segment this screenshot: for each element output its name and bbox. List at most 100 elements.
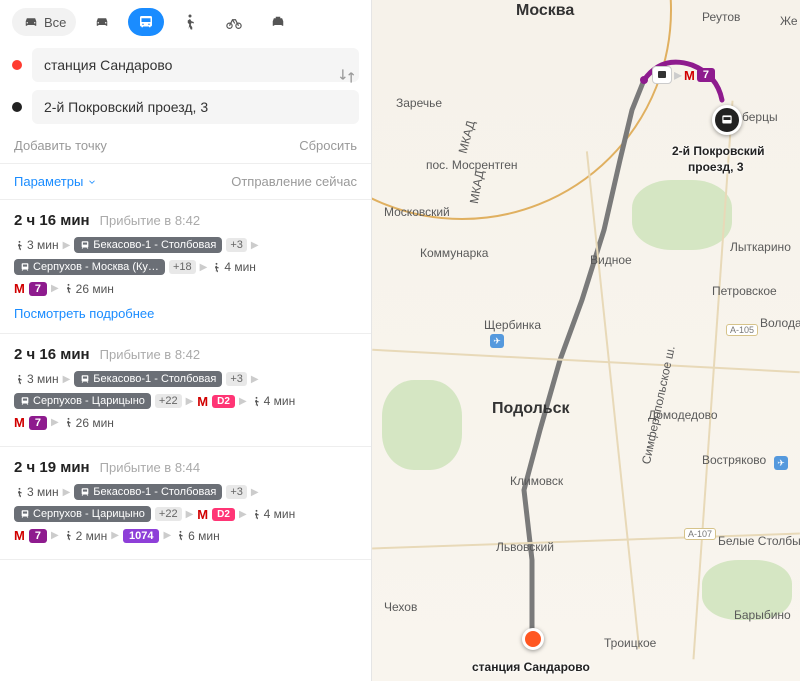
mode-bike-button[interactable] [216, 8, 252, 36]
routes-list: 2 ч 16 минПрибытие в 8:423 мин▶Бекасово-… [0, 200, 371, 681]
mode-car-button[interactable] [84, 8, 120, 36]
metro-line-badge: 7 [29, 529, 47, 543]
airport-icon: ✈ [774, 456, 788, 470]
route-points [0, 44, 371, 132]
airport-icon: ✈ [490, 334, 504, 348]
segment-row: М7▶26 мин [14, 415, 357, 430]
add-reset-row: Добавить точку Сбросить [0, 132, 371, 163]
metro-m-icon: М [197, 507, 208, 522]
extra-count: +22 [155, 394, 182, 408]
from-dot-icon [12, 60, 22, 70]
params-link[interactable]: Параметры [14, 174, 97, 189]
segment-row: 3 мин▶Бекасово-1 - Столбовая+3▶ [14, 371, 357, 387]
route-duration: 2 ч 16 мин [14, 346, 90, 363]
metro-map-badge: ▸ М 7 [652, 65, 715, 85]
train-chip: Серпухов - Царицыно [14, 393, 151, 409]
arrow-icon: ▶ [51, 530, 59, 541]
car-icon [22, 13, 40, 31]
route-header: 2 ч 19 мин Прибытие в 8:44 [14, 459, 357, 476]
map-place-label: Коммунарка [420, 246, 488, 260]
segment-row: М7▶26 мин [14, 281, 357, 296]
walk-segment: 4 мин [211, 260, 256, 274]
arrow-icon: ▶ [51, 283, 59, 294]
map-place-label: Володарс [760, 316, 800, 330]
segment-row: Серпухов - Москва (Ку…+18▶4 мин [14, 259, 357, 275]
bus-icon [720, 113, 734, 127]
map[interactable]: Москва РеутовЖеберцыЗаречьепос. Мосрентг… [372, 0, 800, 681]
arrow-icon: ▶ [251, 374, 259, 385]
extra-count: +22 [155, 507, 182, 521]
route-arrival: Прибытие в 8:42 [100, 347, 201, 362]
map-place-label: Чехов [384, 600, 417, 614]
segment-row: М7▶2 мин▶1074▶6 мин [14, 528, 357, 543]
walk-segment: 4 мин [251, 507, 296, 521]
details-link[interactable]: Посмотреть подробнее [14, 306, 154, 321]
map-place-label: Белые Столбы [718, 534, 800, 548]
route-card[interactable]: 2 ч 19 мин Прибытие в 8:44 3 мин ▶ Бекасово-… [0, 447, 371, 560]
map-place-label: Троицкое [604, 636, 656, 650]
map-place-label: Востряково [702, 453, 766, 467]
bus-icon [656, 69, 668, 81]
mode-walk-button[interactable] [172, 8, 208, 36]
mode-all-button[interactable]: Все [12, 8, 76, 36]
chevron-down-icon [87, 177, 97, 187]
arrow-icon: ▶ [51, 417, 59, 428]
route-header: 2 ч 16 мин Прибытие в 8:42 [14, 212, 357, 229]
metro-m-icon: М [14, 415, 25, 430]
train-chip: Серпухов - Царицыно [14, 506, 151, 522]
arrow-icon: ▶ [251, 240, 259, 251]
destination-marker[interactable] [712, 105, 742, 135]
walk-segment: 2 мин [63, 529, 108, 543]
map-place-label: Климовск [510, 474, 563, 488]
from-input[interactable] [32, 48, 359, 82]
map-place-label: Петровское [712, 284, 777, 298]
arrow-icon: ▶ [251, 487, 259, 498]
map-place-label: берцы [742, 110, 778, 124]
walk-segment: 3 мин [14, 238, 59, 252]
bike-icon [225, 13, 243, 31]
metro-m-icon: М [14, 281, 25, 296]
origin-label: станция Сандарово [472, 660, 590, 674]
arrow-icon: ▶ [186, 396, 194, 407]
map-place-label: Московский [384, 205, 450, 219]
map-place-label: Реутов [702, 10, 740, 24]
reset-link[interactable]: Сбросить [299, 138, 357, 153]
route-card[interactable]: 2 ч 16 минПрибытие в 8:423 мин▶Бекасово-… [0, 200, 371, 334]
mcd-badge: D2 [212, 508, 235, 521]
route-card[interactable]: 2 ч 16 мин Прибытие в 8:42 3 мин▶Бекасово-… [0, 334, 371, 447]
map-place-label: Львовский [496, 540, 554, 554]
route-duration: 2 ч 16 мин [14, 212, 90, 229]
point-from-row [12, 48, 359, 82]
point-to-row [12, 90, 359, 124]
mode-taxi-button[interactable] [260, 8, 296, 36]
swap-button[interactable] [337, 66, 357, 86]
train-chip: Бекасово-1 - Столбовая [74, 484, 222, 500]
road-badge: A-105 [726, 324, 758, 336]
route-header: 2 ч 16 мин Прибытие в 8:42 [14, 346, 357, 363]
metro-m-icon: М [684, 68, 695, 83]
bus-badge: 1074 [123, 529, 159, 543]
segment-row: 3 мин▶Бекасово-1 - Столбовая+3▶ [14, 484, 357, 500]
map-place-label: Лыткарино [730, 240, 791, 254]
swap-icon [337, 66, 357, 86]
arrow-icon: ▶ [239, 396, 247, 407]
train-chip: Бекасово-1 - Столбовая [74, 237, 222, 253]
route-arrival: Прибытие в 8:42 [100, 213, 201, 228]
walk-segment: 3 мин [14, 485, 59, 499]
arrow-icon: ▶ [63, 240, 71, 251]
bus-icon [137, 13, 155, 31]
arrow-icon: ▶ [186, 509, 194, 520]
map-place-label: Же [780, 14, 798, 28]
car-icon [93, 13, 111, 31]
route-arrival: Прибытие в 8:44 [100, 460, 201, 475]
destination-label-1: 2-й Покровский [672, 144, 765, 158]
to-input[interactable] [32, 90, 359, 124]
mode-transit-button[interactable] [128, 8, 164, 36]
route-duration: 2 ч 19 мин [14, 459, 90, 476]
moscow-label: Москва [516, 2, 574, 20]
origin-marker[interactable] [522, 628, 544, 650]
extra-count: +18 [169, 260, 196, 274]
depart-now-label[interactable]: Отправление сейчас [231, 174, 357, 189]
walk-segment: 26 мин [63, 416, 114, 430]
add-point-link[interactable]: Добавить точку [14, 138, 107, 153]
